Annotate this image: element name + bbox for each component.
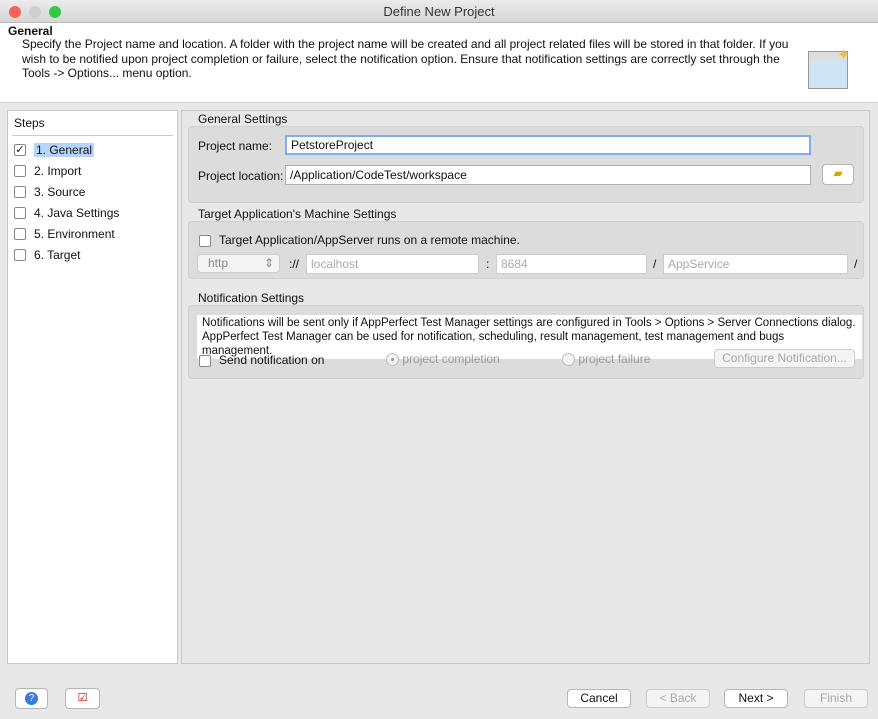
target-settings-group: Target Application/AppServer runs on a r… xyxy=(188,221,864,279)
port-input[interactable]: 8684 xyxy=(496,254,647,274)
checklist-icon: ☑ xyxy=(77,692,88,704)
next-button[interactable]: Next > xyxy=(724,689,788,708)
checkbox-icon xyxy=(14,248,26,261)
project-location-label: Project location: xyxy=(198,169,284,183)
separator: : xyxy=(486,257,490,271)
folder-icon: ▰ xyxy=(833,166,843,180)
general-settings-group: Project name: PetstoreProject Project lo… xyxy=(188,126,864,203)
checkmark-icon: ✓ xyxy=(14,143,26,156)
title-bar: Define New Project xyxy=(0,0,878,23)
checkbox-icon xyxy=(14,185,26,198)
back-button[interactable]: < Back xyxy=(646,689,710,708)
checkbox-icon xyxy=(14,227,26,240)
steps-title: Steps xyxy=(12,111,173,136)
checkbox-icon xyxy=(14,206,26,219)
zoom-button[interactable] xyxy=(49,6,61,18)
notification-settings-group: Notifications will be sent only if AppPe… xyxy=(188,305,864,379)
service-input[interactable]: AppService xyxy=(663,254,848,274)
project-name-input[interactable]: PetstoreProject xyxy=(285,135,811,155)
finish-button[interactable]: Finish xyxy=(804,689,868,708)
close-button[interactable] xyxy=(9,6,21,18)
separator: / xyxy=(854,257,858,271)
minimize-button[interactable] xyxy=(29,6,41,18)
radio-project-completion[interactable]: project completion xyxy=(386,352,500,367)
step-target[interactable]: 6. Target xyxy=(8,244,177,265)
host-input[interactable]: localhost xyxy=(306,254,479,274)
radio-selected-icon xyxy=(386,353,399,367)
radio-icon xyxy=(562,353,575,367)
project-location-input[interactable]: /Application/CodeTest/workspace xyxy=(285,165,811,185)
remote-checkbox[interactable] xyxy=(199,234,211,247)
step-java-settings[interactable]: 4. Java Settings xyxy=(8,202,177,223)
project-name-label: Project name: xyxy=(198,139,273,153)
wizard-header: General Specify the Project name and loc… xyxy=(0,23,878,103)
steps-panel: Steps ✓ 1. General 2. Import 3. Source 4.… xyxy=(7,110,178,664)
protocol-select[interactable]: http ⇕ xyxy=(197,254,280,273)
header-description: Specify the Project name and location. A… xyxy=(22,37,789,80)
help-button[interactable]: ? xyxy=(15,688,48,709)
remote-label: Target Application/AppServer runs on a r… xyxy=(219,233,520,247)
send-notification-label: Send notification on xyxy=(219,353,325,367)
step-general[interactable]: ✓ 1. General xyxy=(8,139,177,160)
configure-notification-button[interactable]: Configure Notification... xyxy=(714,349,855,368)
main-panel: General Settings Project name: PetstoreP… xyxy=(181,110,870,664)
checklist-button[interactable]: ☑ xyxy=(65,688,100,709)
cancel-button[interactable]: Cancel xyxy=(567,689,631,708)
target-settings-title: Target Application's Machine Settings xyxy=(198,207,397,221)
step-source[interactable]: 3. Source xyxy=(8,181,177,202)
step-import[interactable]: 2. Import xyxy=(8,160,177,181)
send-notification-checkbox[interactable] xyxy=(199,354,211,367)
step-environment[interactable]: 5. Environment xyxy=(8,223,177,244)
updown-chevron-icon: ⇕ xyxy=(263,256,274,270)
sparkle-icon: ✦ xyxy=(837,47,851,64)
radio-project-failure[interactable]: project failure xyxy=(562,352,650,367)
general-settings-title: General Settings xyxy=(198,112,288,126)
browse-button[interactable]: ▰ xyxy=(822,164,854,185)
notification-settings-title: Notification Settings xyxy=(198,291,305,305)
separator: :// xyxy=(289,257,300,271)
separator: / xyxy=(653,257,657,271)
help-icon: ? xyxy=(25,692,38,705)
window-title: Define New Project xyxy=(383,4,495,19)
checkbox-icon xyxy=(14,164,26,177)
header-title: General xyxy=(8,24,53,38)
